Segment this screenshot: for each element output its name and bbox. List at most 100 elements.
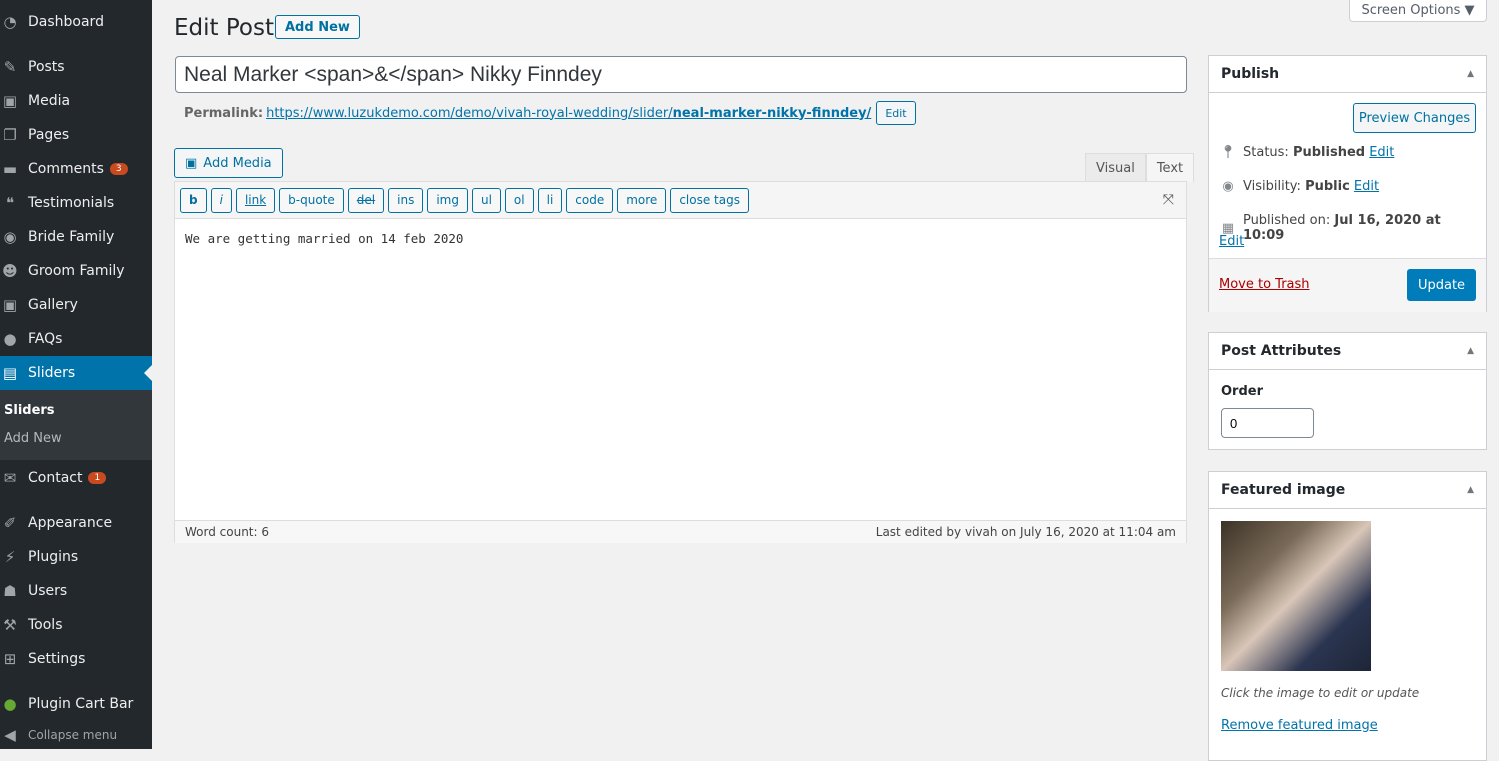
eye-icon: ◉ — [1222, 179, 1234, 194]
tab-text[interactable]: Text — [1145, 153, 1195, 182]
media-icon: ▣ — [2, 92, 18, 110]
permalink-label: Permalink: — [184, 105, 264, 121]
sidebar-item-plugin-cart-bar[interactable]: ● Plugin Cart Bar — [0, 687, 152, 721]
admin-sidebar: ◔ Dashboard ✎ Posts ▣ Media ❐ Pages ▬ Comments 3 ❝ T… — [0, 0, 152, 749]
comment-icon: ▬ — [2, 160, 18, 178]
sidebar-item-faqs[interactable]: ● FAQs — [0, 322, 152, 356]
sidebar-item-label: Dashboard — [28, 14, 104, 30]
featured-image-thumbnail[interactable] — [1221, 521, 1371, 671]
collapse-arrow-icon[interactable]: ▲ — [1467, 485, 1474, 495]
date-edit-link[interactable]: Edit — [1219, 234, 1244, 249]
pin-icon: 📍︎ — [1219, 145, 1237, 160]
sidebar-item-dashboard[interactable]: ◔ Dashboard — [0, 5, 152, 39]
sidebar-item-bride-family[interactable]: ◉ Bride Family — [0, 220, 152, 254]
permalink-edit-button[interactable]: Edit — [876, 101, 916, 125]
add-media-button[interactable]: ▣ Add Media — [174, 148, 283, 178]
sidebar-item-label: Gallery — [28, 297, 78, 313]
sidebar-item-label: Testimonials — [28, 195, 115, 211]
quicktag-link[interactable]: link — [235, 187, 276, 213]
sidebar-item-media[interactable]: ▣ Media — [0, 84, 152, 118]
count-badge: 3 — [109, 163, 128, 175]
sidebar-item-tools[interactable]: ⚒ Tools — [0, 608, 152, 642]
pin-icon: ✎ — [3, 58, 17, 76]
quicktag-del[interactable]: del — [347, 187, 385, 213]
permalink: Permalink: https://www.luzukdemo.com/dem… — [184, 101, 916, 125]
tab-visual[interactable]: Visual — [1085, 153, 1146, 182]
sidebar-item-label: Appearance — [28, 515, 113, 531]
sidebar-item-plugins[interactable]: ⚡ Plugins — [0, 540, 152, 574]
publish-title: Publish — [1221, 66, 1280, 82]
groups-icon: ☻ — [2, 262, 18, 280]
word-count: Word count: 6 — [185, 525, 270, 539]
sidebar-item-label: Sliders — [28, 365, 76, 381]
sidebar-item-posts[interactable]: ✎ Posts — [0, 50, 152, 84]
mail-icon: ✉ — [3, 469, 17, 487]
sidebar-item-testimonials[interactable]: ❝ Testimonials — [0, 186, 152, 220]
user-circle-icon: ◉ — [3, 228, 17, 246]
sidebar-item-label: FAQs — [28, 331, 63, 347]
brush-icon: ✐ — [3, 514, 17, 532]
sidebar-item-label: Bride Family — [28, 229, 115, 245]
quicktag-ol[interactable]: ol — [504, 187, 534, 213]
featured-image-title: Featured image — [1221, 482, 1346, 498]
screen-options-button[interactable]: Screen Options ▼ — [1349, 0, 1487, 22]
collapse-arrow-icon[interactable]: ▲ — [1467, 69, 1474, 79]
sidebar-item-contact[interactable]: ✉ Contact 1 — [0, 461, 152, 495]
sidebar-item-groom-family[interactable]: ☻ Groom Family — [0, 254, 152, 288]
sidebar-item-gallery[interactable]: ▣ Gallery — [0, 288, 152, 322]
quicktag-more[interactable]: more — [617, 187, 667, 213]
move-to-trash-link[interactable]: Move to Trash — [1219, 277, 1310, 292]
preview-changes-button[interactable]: Preview Changes — [1353, 103, 1476, 133]
remove-featured-image-link[interactable]: Remove featured image — [1221, 718, 1378, 733]
quicktag-ins[interactable]: ins — [388, 187, 424, 213]
visibility-edit-link[interactable]: Edit — [1354, 179, 1379, 194]
sidebar-item-settings[interactable]: ⊞ Settings — [0, 642, 152, 676]
quicktag-code[interactable]: code — [566, 187, 614, 213]
sidebar-item-pages[interactable]: ❐ Pages — [0, 118, 152, 152]
update-button[interactable]: Update — [1407, 269, 1476, 301]
quicktag-b[interactable]: b — [180, 187, 207, 213]
quicktag-b-quote[interactable]: b-quote — [279, 187, 344, 213]
sidebar-item-sliders[interactable]: ▤ Sliders — [0, 356, 152, 390]
sidebar-item-label: Posts — [28, 59, 65, 75]
quicktag-close-tags[interactable]: close tags — [670, 187, 749, 213]
sidebar-item-users[interactable]: ☗ Users — [0, 574, 152, 608]
sidebar-item-label: Collapse menu — [28, 728, 118, 742]
submenu-item-add-new[interactable]: Add New — [0, 425, 152, 453]
quicktag-ul[interactable]: ul — [471, 187, 501, 213]
quicktag-i[interactable]: i — [210, 187, 232, 213]
add-new-button[interactable]: Add New — [275, 15, 360, 39]
editor-status-bar: Word count: 6 Last edited by vivah on Ju… — [175, 520, 1186, 543]
order-input[interactable] — [1221, 408, 1314, 438]
content-textarea[interactable]: We are getting married on 14 feb 2020 — [175, 219, 1186, 520]
quicktag-li[interactable]: li — [537, 187, 563, 213]
media-icon: ▣ — [185, 155, 198, 171]
collapse-arrow-icon[interactable]: ▲ — [1467, 346, 1474, 356]
sidebar-item-label: Tools — [28, 617, 63, 633]
leaf-icon: ● — [3, 695, 17, 713]
sidebar-item-collapse-menu[interactable]: ◀ Collapse menu — [0, 720, 152, 750]
quicktag-img[interactable]: img — [427, 187, 468, 213]
count-badge: 1 — [88, 472, 107, 484]
sidebar-item-appearance[interactable]: ✐ Appearance — [0, 506, 152, 540]
fullscreen-icon[interactable]: ⤧ — [1163, 192, 1174, 208]
plugin-icon: ⚡ — [4, 548, 16, 566]
sidebar-item-label: Comments — [28, 161, 104, 177]
featured-image-box: Featured image ▲ Click the image to edit … — [1208, 471, 1487, 761]
text-editor: b i link b-quote del ins img ul ol li code more clos… — [174, 181, 1187, 543]
quicktags-toolbar: b i link b-quote del ins img ul ol li code more clos… — [175, 182, 1186, 219]
status-edit-link[interactable]: Edit — [1369, 145, 1394, 160]
post-title-input[interactable] — [175, 56, 1187, 93]
collapse-icon: ◀ — [4, 726, 16, 744]
pages-icon: ❐ — [3, 126, 17, 144]
chat-icon: ● — [3, 330, 17, 348]
sidebar-item-label: Users — [28, 583, 68, 599]
submenu-item-sliders[interactable]: Sliders — [0, 397, 152, 425]
post-attributes-title: Post Attributes — [1221, 343, 1342, 359]
permalink-link[interactable]: https://www.luzukdemo.com/demo/vivah-roy… — [266, 106, 871, 121]
media-icon: ▣ — [2, 296, 18, 314]
sidebar-item-comments[interactable]: ▬ Comments 3 — [0, 152, 152, 186]
sidebar-item-label: Settings — [28, 651, 86, 667]
slides-icon: ▤ — [2, 364, 18, 382]
sidebar-item-label: Groom Family — [28, 263, 125, 279]
